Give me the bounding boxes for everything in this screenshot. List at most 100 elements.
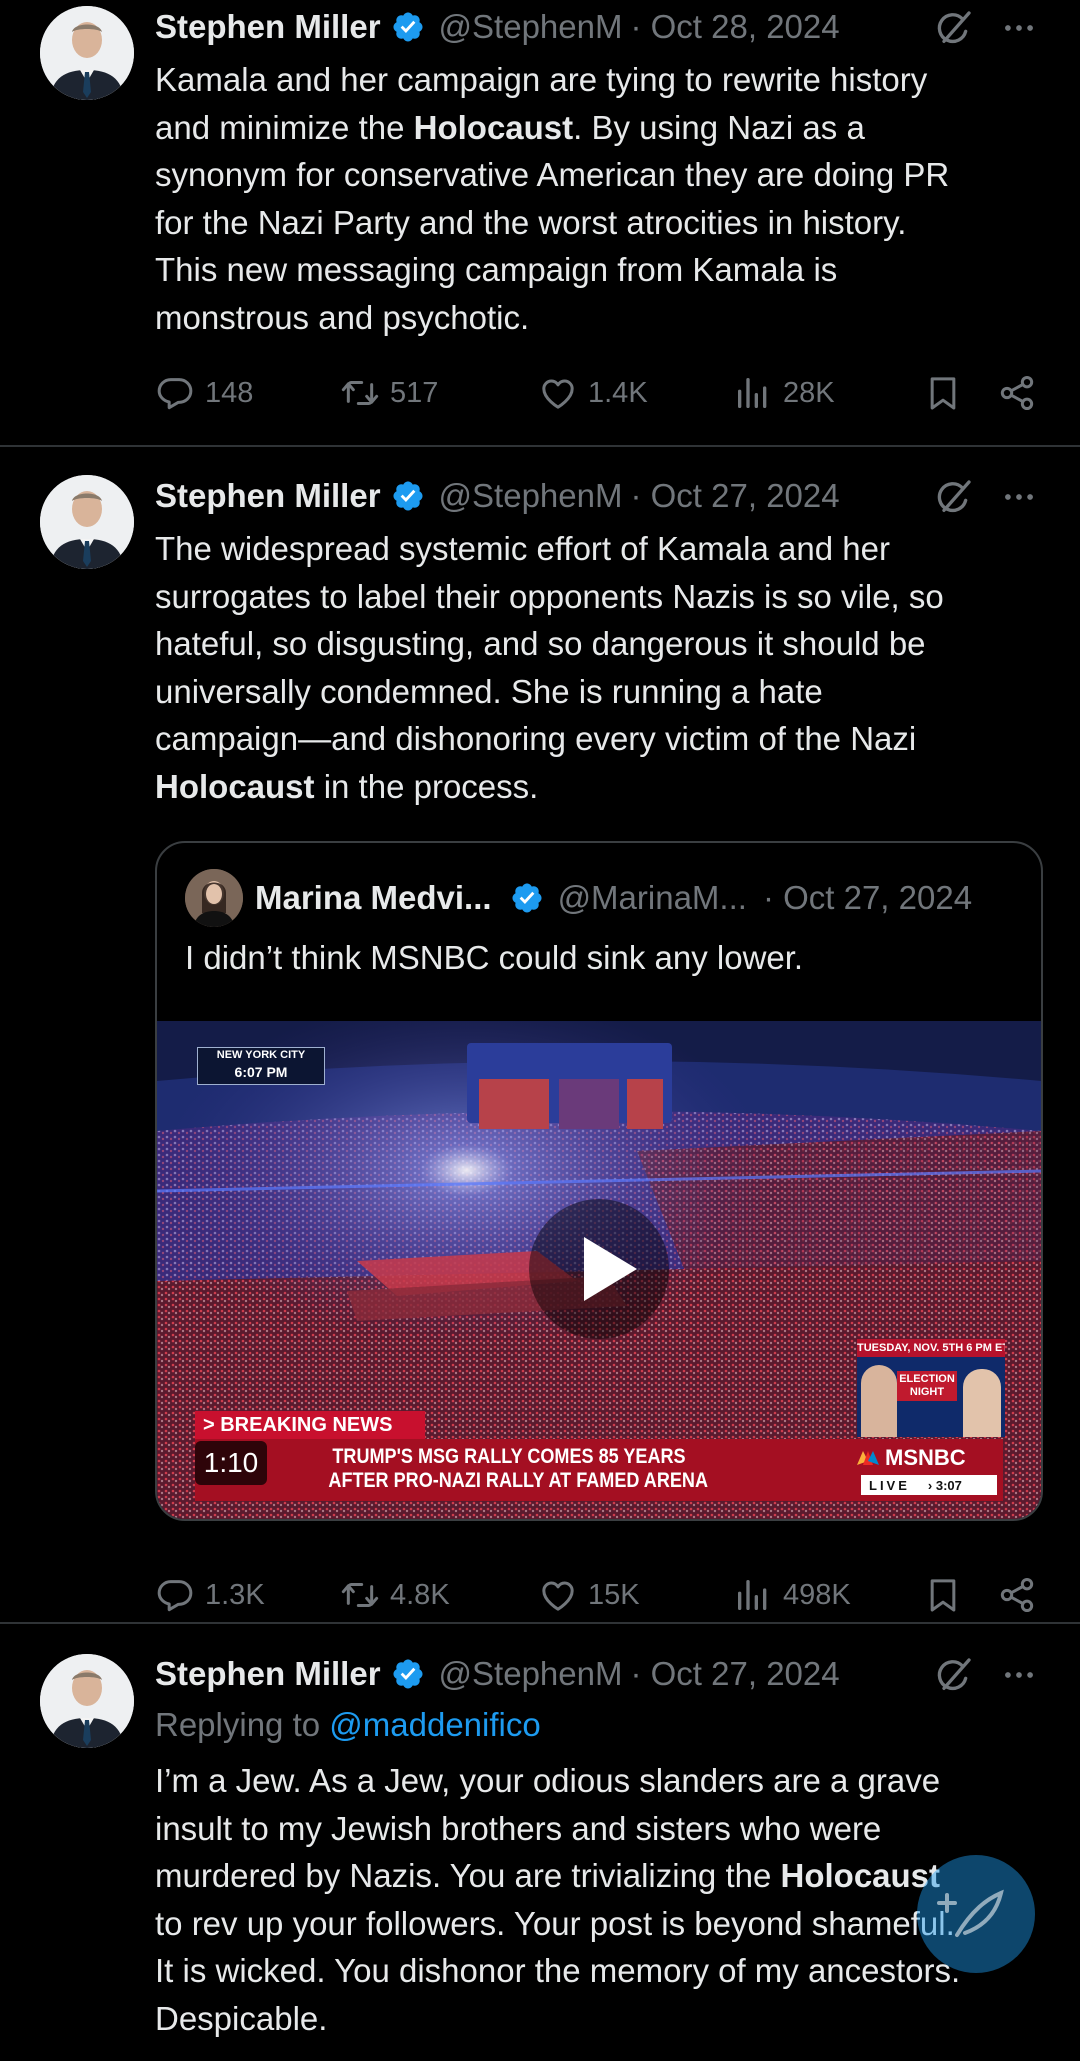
repost-count: 4.8K [390,1578,450,1611]
bookmark-icon [923,373,963,413]
highlighted-term: Holocaust [413,108,574,146]
quoted-tweet-date[interactable]: · Oct 27, 2024 [763,879,972,917]
verified-badge-icon[interactable] [391,10,425,44]
repost-icon [340,373,380,413]
reply-button[interactable]: 148 [155,368,253,418]
share-button[interactable] [997,368,1047,418]
play-icon [584,1237,637,1301]
live-time: › 3:07 [927,1477,962,1493]
views-button[interactable]: 498K [733,1570,851,1620]
grok-icon[interactable] [934,1655,974,1695]
author-name[interactable]: Stephen Miller [155,1655,381,1693]
repost-count: 517 [390,376,439,409]
action-bar: 148 517 1.4K 28K [155,368,1050,418]
views-icon [733,1575,773,1615]
network-name: MSNBC [885,1445,966,1470]
author-handle[interactable]: @StephenM [439,477,623,515]
avatar-image [40,475,134,569]
repost-button[interactable]: 517 [340,368,438,418]
action-bar: 1.3K 4.8K 15K 498K [155,1570,1050,1620]
view-count: 28K [783,376,835,409]
more-options-icon[interactable] [1000,1655,1038,1695]
reply-icon [155,373,195,413]
repost-button[interactable]: 4.8K [340,1570,450,1620]
tweet-text: I’m a Jew. As a Jew, your odious slander… [155,1762,961,2037]
network-logo: MSNBC [855,1445,995,1471]
highlighted-term: Holocaust [155,767,315,805]
headline-line-1: TRUMP'S MSG RALLY COMES 85 YEARS [332,1445,686,1468]
location-label: NEW YORK CITY [216,1049,306,1061]
like-button[interactable]: 1.4K [538,368,648,418]
share-icon [997,1575,1037,1615]
tweet[interactable]: Stephen Miller @StephenM · Oct 28, 2024 … [0,0,1080,445]
verified-badge-icon [510,881,544,915]
reply-count: 148 [205,376,254,409]
compose-feather-icon [937,1889,1004,1937]
live-label: LIVE [869,1477,910,1493]
replying-to: Replying to @maddenifico [155,1706,541,1744]
author-handle[interactable]: @StephenM [439,8,623,46]
grok-icon[interactable] [934,8,974,48]
avatar[interactable] [40,6,134,100]
promo-date: TUESDAY, NOV. 5TH 6 PM ET [857,1339,1005,1357]
reply-icon [155,1575,195,1615]
avatar[interactable] [40,475,134,569]
tweet-date[interactable]: · Oct 28, 2024 [630,8,839,46]
host-figure [861,1365,897,1437]
quoted-author-avatar[interactable] [185,869,243,927]
video-duration: 1:10 [195,1441,267,1485]
quoted-tweet-header: Marina Medvi... @MarinaM... · Oct 27, 20… [185,869,972,927]
tweet-header: Stephen Miller @StephenM · Oct 28, 2024 [155,5,840,49]
video-player[interactable]: NEW YORK CITY 6:07 PM TUESDAY, NOV. 5TH … [157,1021,1041,1519]
play-button[interactable] [529,1199,669,1339]
tweet[interactable]: Stephen Miller @StephenM · Oct 27, 2024 … [0,1624,1080,2061]
avatar-image [40,1654,134,1748]
location-tag: NEW YORK CITY 6:07 PM [197,1047,325,1085]
like-icon [538,373,578,413]
headline-line-2: AFTER PRO-NAZI RALLY AT FAMED ARENA [328,1469,708,1492]
like-button[interactable]: 15K [538,1570,640,1620]
tweet-text: The widespread systemic effort of Kamala… [155,530,944,805]
reply-count: 1.3K [205,1578,265,1611]
tweet-header: Stephen Miller @StephenM · Oct 27, 2024 [155,1652,840,1696]
tweet[interactable]: Stephen Miller @StephenM · Oct 27, 2024 … [0,447,1080,1622]
view-count: 498K [783,1578,851,1611]
compose-post-button[interactable] [917,1855,1035,1973]
grok-icon[interactable] [934,477,974,517]
like-icon [538,1575,578,1615]
replying-to-link[interactable]: @maddenifico [329,1706,540,1743]
views-icon [733,373,773,413]
avatar-image [40,6,134,100]
like-count: 15K [588,1578,640,1611]
share-button[interactable] [997,1570,1047,1620]
location-time: 6:07 PM [198,1064,324,1080]
verified-badge-icon[interactable] [391,479,425,513]
avatar[interactable] [40,1654,134,1748]
tweet-date[interactable]: · Oct 27, 2024 [630,477,839,515]
chyron: TRUMP'S MSG RALLY COMES 85 YEARS AFTER P… [195,1439,1003,1501]
bookmark-button[interactable] [923,1570,973,1620]
bookmark-icon [923,1575,963,1615]
tweet-date[interactable]: · Oct 27, 2024 [630,1655,839,1693]
author-handle[interactable]: @StephenM [439,1655,623,1693]
quoted-tweet[interactable]: Marina Medvi... @MarinaM... · Oct 27, 20… [155,841,1043,1521]
promo-title: ELECTION NIGHT [897,1371,957,1401]
host-figure [963,1369,1001,1437]
tweet-header: Stephen Miller @StephenM · Oct 27, 2024 [155,474,840,518]
tweet-text: Kamala and her campaign are tying to rew… [155,61,950,336]
views-button[interactable]: 28K [733,368,835,418]
bookmark-button[interactable] [923,368,973,418]
more-options-icon[interactable] [1000,8,1038,48]
breaking-news-label: > BREAKING NEWS [195,1411,425,1439]
reply-button[interactable]: 1.3K [155,1570,265,1620]
quoted-avatar-image [185,869,243,927]
author-name[interactable]: Stephen Miller [155,8,381,46]
quoted-author-name[interactable]: Marina Medvi... [255,879,492,917]
author-name[interactable]: Stephen Miller [155,477,381,515]
peacock-icon [857,1451,879,1465]
more-options-icon[interactable] [1000,477,1038,517]
repost-icon [340,1575,380,1615]
verified-badge-icon[interactable] [391,1657,425,1691]
replying-to-label: Replying to [155,1706,330,1743]
quoted-author-handle[interactable]: @MarinaM... [558,879,747,917]
